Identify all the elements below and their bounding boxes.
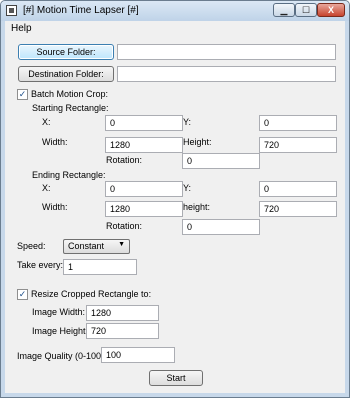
app-icon — [6, 5, 17, 16]
image-quality-input[interactable] — [101, 347, 175, 363]
maximize-button[interactable]: ☐ — [295, 3, 317, 17]
batch-crop-checkbox[interactable]: ✓ — [17, 89, 28, 100]
source-folder-input[interactable] — [117, 44, 336, 60]
start-x-input[interactable] — [105, 115, 183, 131]
menu-bar: Help — [5, 21, 345, 35]
end-x-input[interactable] — [105, 181, 183, 197]
chevron-down-icon: ▼ — [118, 241, 125, 248]
title-bar[interactable]: [#] Motion Time Lapser [#] ▁ ☐ X — [1, 1, 349, 21]
end-height-input[interactable] — [259, 201, 337, 217]
start-width-input[interactable] — [105, 137, 183, 153]
end-height-label: height: — [183, 202, 211, 212]
start-height-label: Height: — [183, 137, 212, 147]
start-button[interactable]: Start — [149, 370, 203, 386]
image-height-input[interactable] — [86, 323, 159, 339]
speed-label: Speed: — [17, 241, 46, 251]
start-x-label: X: — [42, 117, 51, 127]
app-window: [#] Motion Time Lapser [#] ▁ ☐ X Help So… — [0, 0, 350, 398]
start-rotation-label: Rotation: — [106, 155, 143, 165]
main-panel: Source Folder: Destination Folder: ✓ Bat… — [5, 35, 345, 393]
image-quality-label: Image Quality (0-100): — [17, 351, 107, 361]
end-width-input[interactable] — [105, 201, 183, 217]
start-width-label: Width: — [42, 137, 68, 147]
close-button[interactable]: X — [317, 3, 345, 17]
source-folder-button[interactable]: Source Folder: — [18, 44, 114, 60]
end-y-label: Y: — [183, 183, 192, 193]
ending-rectangle-heading: Ending Rectangle: — [32, 170, 106, 180]
start-y-input[interactable] — [259, 115, 337, 131]
end-x-label: X: — [42, 183, 51, 193]
minimize-button[interactable]: ▁ — [273, 3, 295, 17]
end-rotation-label: Rotation: — [106, 221, 143, 231]
take-every-input[interactable] — [63, 259, 137, 275]
window-title: [#] Motion Time Lapser [#] — [23, 5, 139, 16]
destination-folder-button[interactable]: Destination Folder: — [18, 66, 114, 82]
resize-checkbox[interactable]: ✓ — [17, 289, 28, 300]
take-every-label: Take every: — [17, 260, 64, 270]
destination-folder-input[interactable] — [117, 66, 336, 82]
start-height-input[interactable] — [259, 137, 337, 153]
end-width-label: Width: — [42, 202, 68, 212]
image-height-label: Image Height: — [32, 326, 89, 336]
menu-help[interactable]: Help — [11, 23, 32, 34]
end-rotation-input[interactable] — [182, 219, 260, 235]
start-y-label: Y: — [183, 117, 192, 127]
speed-value: Constant — [68, 241, 105, 251]
batch-crop-label: Batch Motion Crop: — [31, 89, 109, 99]
resize-label: Resize Cropped Rectangle to: — [31, 289, 152, 299]
end-y-input[interactable] — [259, 181, 337, 197]
speed-select[interactable]: Constant ▼ — [63, 239, 130, 254]
start-rotation-input[interactable] — [182, 153, 260, 169]
starting-rectangle-heading: Starting Rectangle: — [32, 103, 109, 113]
image-width-input[interactable] — [86, 305, 159, 321]
image-width-label: Image Width: — [32, 307, 86, 317]
